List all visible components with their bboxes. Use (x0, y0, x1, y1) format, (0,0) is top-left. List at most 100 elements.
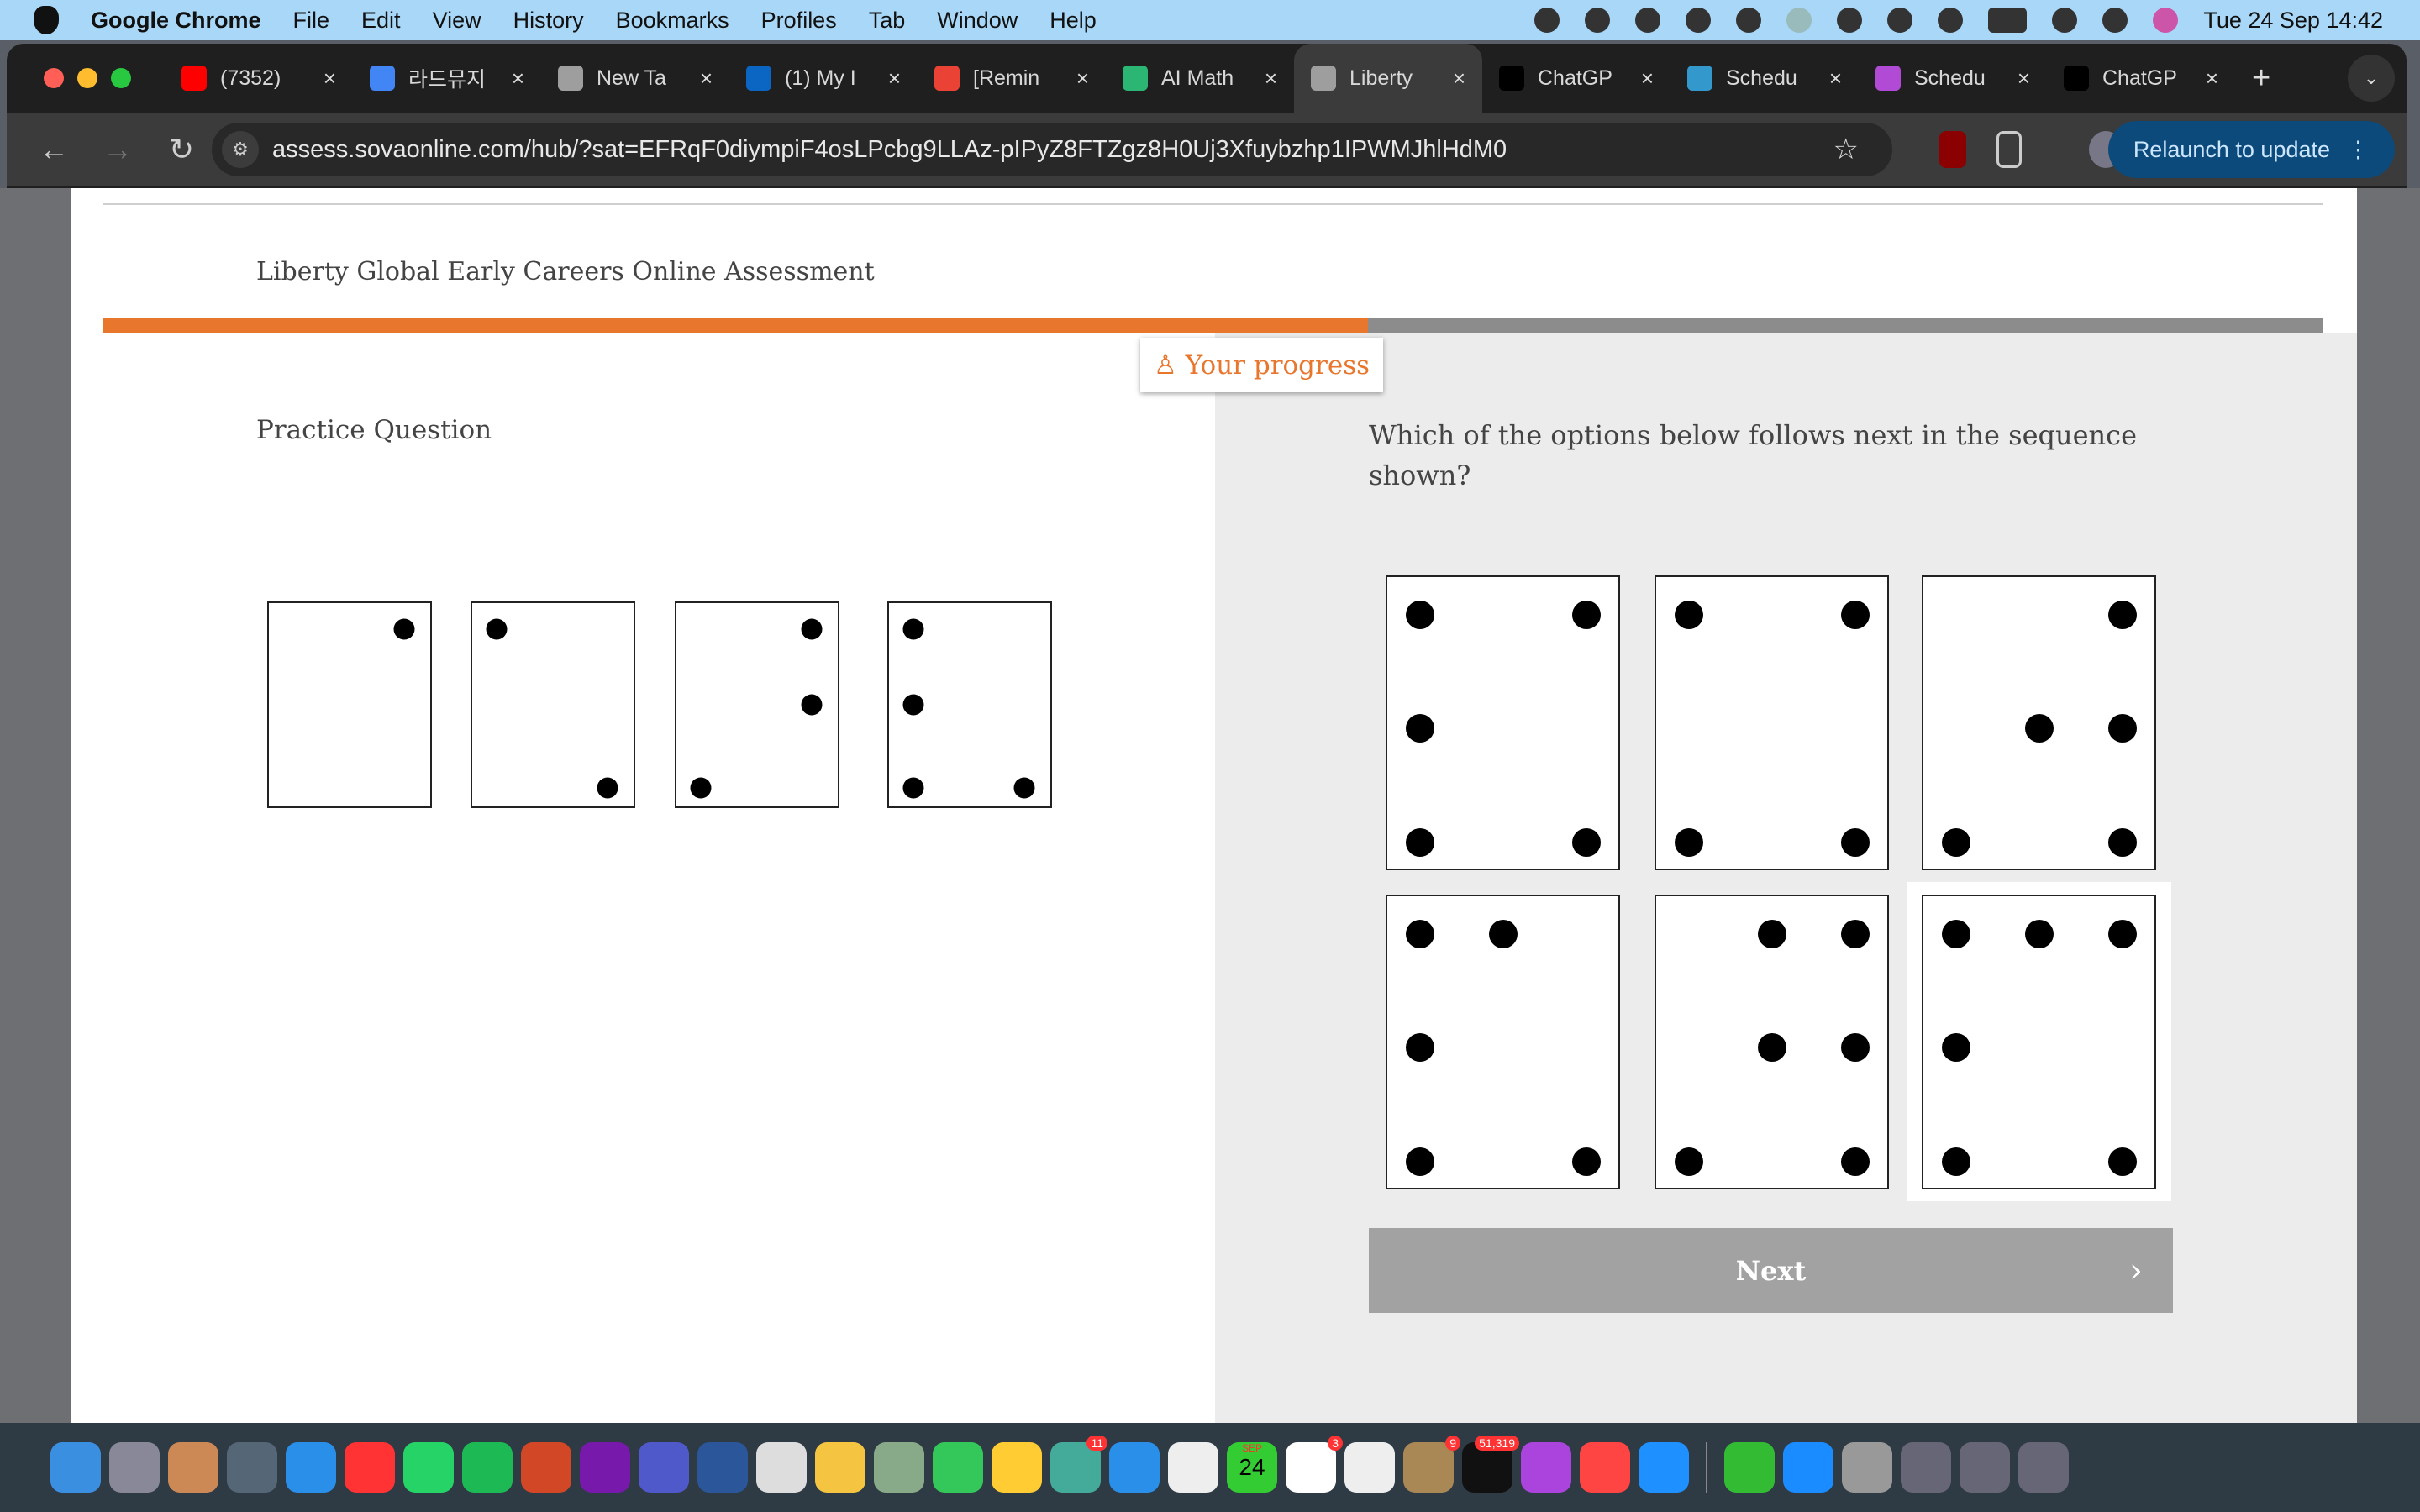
close-tab-icon[interactable]: × (2018, 66, 2030, 92)
dock-app-icon[interactable] (1580, 1442, 1630, 1493)
siri-icon[interactable] (2153, 8, 2179, 33)
close-tab-icon[interactable]: × (1641, 66, 1654, 92)
dock-app-icon[interactable] (697, 1442, 748, 1493)
tab[interactable]: 라드뮤지 × (353, 44, 541, 113)
menu-edit[interactable]: Edit (361, 8, 401, 34)
dock-app-icon[interactable] (580, 1442, 630, 1493)
dock-app-icon[interactable]: 3 (1286, 1436, 1343, 1493)
dock-app-icon[interactable]: 51,319 (1462, 1436, 1519, 1493)
dock-app-icon[interactable] (1109, 1442, 1160, 1493)
close-tab-icon[interactable]: × (2206, 66, 2218, 92)
dock-app-icon[interactable] (992, 1442, 1042, 1493)
close-tab-icon[interactable]: × (324, 66, 336, 92)
battery-icon[interactable] (1988, 8, 2028, 33)
tab[interactable]: (7352) × (165, 44, 353, 113)
bluetooth-dots-icon[interactable] (1938, 8, 1964, 33)
recent-docs-icon[interactable] (1901, 1442, 1951, 1493)
menu-history[interactable]: History (513, 8, 584, 34)
option-3[interactable] (1922, 575, 2156, 870)
skype-icon[interactable] (1585, 8, 1611, 33)
tab-search-button[interactable]: ⌄ (2348, 55, 2395, 102)
close-tab-icon[interactable]: × (1076, 66, 1089, 92)
trash-icon[interactable] (2018, 1442, 2069, 1493)
bookmark-star-icon[interactable]: ☆ (1833, 133, 1859, 166)
url-text[interactable]: assess.sovaonline.com/hub/?sat=EFRqF0diy… (272, 136, 1507, 164)
ublock-icon[interactable] (1939, 131, 1966, 168)
tab[interactable]: New Ta × (541, 44, 729, 113)
option-6[interactable] (1922, 895, 2156, 1189)
tab[interactable]: Schedu × (1670, 44, 1859, 113)
dock-app-icon[interactable] (286, 1442, 336, 1493)
menu-file[interactable]: File (293, 8, 330, 34)
dock-app-icon[interactable]: 11 (1050, 1436, 1107, 1493)
dock-app-icon[interactable] (874, 1442, 924, 1493)
dock-app-icon[interactable] (639, 1442, 689, 1493)
tab[interactable]: Liberty × (1294, 44, 1482, 113)
back-icon[interactable]: ← (37, 132, 71, 167)
close-tab-icon[interactable]: × (1265, 66, 1277, 92)
menu-profiles[interactable]: Profiles (761, 8, 837, 34)
airdrop-icon[interactable] (1786, 8, 1812, 33)
control-center-icon[interactable] (2102, 8, 2128, 33)
dock-app-icon[interactable]: 9 (1403, 1436, 1460, 1493)
menu-bookmarks[interactable]: Bookmarks (616, 8, 729, 34)
dock-app-icon[interactable] (227, 1442, 277, 1493)
dock-app-icon[interactable] (109, 1442, 160, 1493)
dock-app-icon[interactable] (462, 1442, 513, 1493)
close-tab-icon[interactable]: × (512, 66, 524, 92)
close-tab-icon[interactable]: × (888, 66, 901, 92)
more-menu-icon[interactable]: ⋮ (2347, 137, 2370, 163)
wifi-icon[interactable] (1887, 8, 1913, 33)
relaunch-button[interactable]: Relaunch to update ⋮ (2107, 121, 2395, 178)
option-4[interactable] (1386, 895, 1620, 1189)
tab[interactable]: Schedu × (1859, 44, 2047, 113)
dock-app-icon[interactable] (756, 1442, 807, 1493)
minimize-window-button[interactable] (77, 68, 97, 88)
forward-icon[interactable]: → (101, 132, 134, 167)
site-info-icon[interactable]: ⚙ (222, 131, 259, 168)
tab[interactable]: ChatGP × (2047, 44, 2235, 113)
close-window-button[interactable] (44, 68, 64, 88)
reload-icon[interactable]: ↻ (165, 132, 198, 167)
dock-app-icon[interactable] (345, 1442, 395, 1493)
dock-app-icon[interactable] (50, 1442, 101, 1493)
new-tab-button[interactable]: + (2252, 60, 2270, 97)
dock-app-icon[interactable] (933, 1442, 983, 1493)
extensions-icon[interactable] (1996, 131, 2022, 168)
tab[interactable]: ChatGP × (1482, 44, 1670, 113)
dock-app-icon[interactable] (403, 1442, 454, 1493)
close-tab-icon[interactable]: × (1453, 66, 1465, 92)
dock-app-icon[interactable] (1344, 1442, 1395, 1493)
tab[interactable]: (1) My I × (729, 44, 918, 113)
dock-app-icon[interactable] (1639, 1442, 1689, 1493)
close-tab-icon[interactable]: × (700, 66, 713, 92)
option-5[interactable] (1655, 895, 1889, 1189)
dock-app-icon[interactable] (1842, 1442, 1892, 1493)
dock-app-icon[interactable] (1168, 1442, 1218, 1493)
clock[interactable]: Tue 24 Sep 14:42 (2203, 8, 2383, 34)
dock-app-icon[interactable] (815, 1442, 865, 1493)
address-bar[interactable]: ⚙ assess.sovaonline.com/hub/?sat=EFRqF0d… (212, 123, 1892, 176)
next-button[interactable]: Next › (1369, 1228, 2173, 1313)
dock-app-icon[interactable] (1724, 1442, 1775, 1493)
downloads-icon[interactable] (1960, 1442, 2010, 1493)
close-tab-icon[interactable]: × (1829, 66, 1842, 92)
dock-app-icon[interactable] (168, 1442, 218, 1493)
play-icon[interactable] (1736, 8, 1762, 33)
tab[interactable]: AI Math × (1106, 44, 1294, 113)
dock-app-icon[interactable] (1783, 1442, 1833, 1493)
maximize-window-button[interactable] (111, 68, 131, 88)
menu-window[interactable]: Window (937, 8, 1018, 34)
menu-help[interactable]: Help (1050, 8, 1097, 34)
app-k-icon[interactable] (1635, 8, 1661, 33)
keyboard-icon[interactable] (1837, 8, 1863, 33)
dock-app-icon[interactable]: SEP 24 (1227, 1442, 1277, 1493)
tab[interactable]: [Remin × (918, 44, 1106, 113)
option-1[interactable] (1386, 575, 1620, 870)
menu-tab[interactable]: Tab (869, 8, 906, 34)
focus-moon-icon[interactable] (1686, 8, 1712, 33)
option-2[interactable] (1655, 575, 1889, 870)
dropbox-icon[interactable] (1534, 8, 1560, 33)
search-icon[interactable] (2052, 8, 2078, 33)
apple-icon[interactable] (34, 6, 59, 34)
